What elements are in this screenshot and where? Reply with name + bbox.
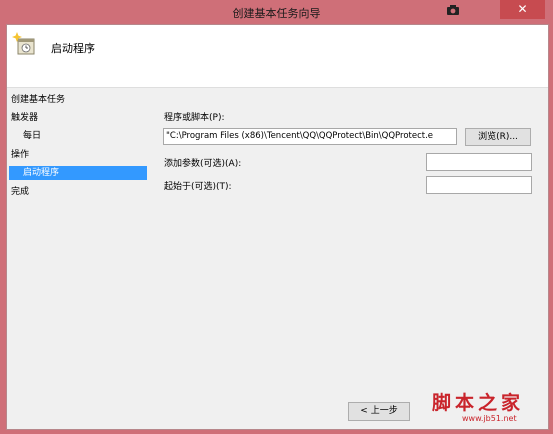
nav-step-finish[interactable]: 完成 bbox=[11, 185, 29, 199]
close-button[interactable]: ✕ bbox=[500, 0, 545, 19]
browse-button[interactable]: 浏览(R)... bbox=[465, 128, 531, 146]
wizard-window: 创建基本任务向导 ✕ 启动程序 创建基本任务 触发器 每日 操作 启动程序 完成… bbox=[0, 0, 553, 434]
nav-step-daily[interactable]: 每日 bbox=[23, 129, 41, 143]
back-button[interactable]: < 上一步 bbox=[348, 402, 410, 421]
wizard-header: 启动程序 bbox=[7, 25, 548, 88]
nav-step-start-program[interactable]: 启动程序 bbox=[9, 166, 147, 180]
start-in-label: 起始于(可选)(T): bbox=[164, 182, 232, 192]
start-in-input[interactable] bbox=[426, 176, 532, 194]
arguments-label: 添加参数(可选)(A): bbox=[164, 159, 242, 169]
wizard-body: 创建基本任务 触发器 每日 操作 启动程序 完成 程序或脚本(P): "C:\P… bbox=[7, 88, 548, 429]
task-clock-icon bbox=[12, 32, 35, 55]
close-icon: ✕ bbox=[517, 2, 528, 16]
window-title: 创建基本任务向导 bbox=[232, 7, 321, 20]
wizard-steps-nav: 创建基本任务 触发器 每日 操作 启动程序 完成 bbox=[7, 88, 147, 429]
nav-step-trigger[interactable]: 触发器 bbox=[11, 111, 38, 125]
program-label: 程序或脚本(P): bbox=[164, 113, 225, 123]
site-watermark: 脚本之家 bbox=[432, 392, 525, 414]
camera-icon bbox=[447, 5, 459, 15]
wizard-client: 启动程序 创建基本任务 触发器 每日 操作 启动程序 完成 程序或脚本(P): … bbox=[6, 24, 549, 430]
site-watermark-url: www.jb51.net bbox=[462, 414, 517, 423]
nav-step-action[interactable]: 操作 bbox=[11, 148, 29, 162]
page-title: 启动程序 bbox=[51, 42, 95, 55]
title-bar[interactable]: 创建基本任务向导 ✕ bbox=[0, 0, 553, 24]
program-input[interactable]: "C:\Program Files (x86)\Tencent\QQ\QQPro… bbox=[163, 128, 457, 145]
nav-step-create-basic-task[interactable]: 创建基本任务 bbox=[11, 93, 65, 107]
arguments-input[interactable] bbox=[426, 153, 532, 171]
